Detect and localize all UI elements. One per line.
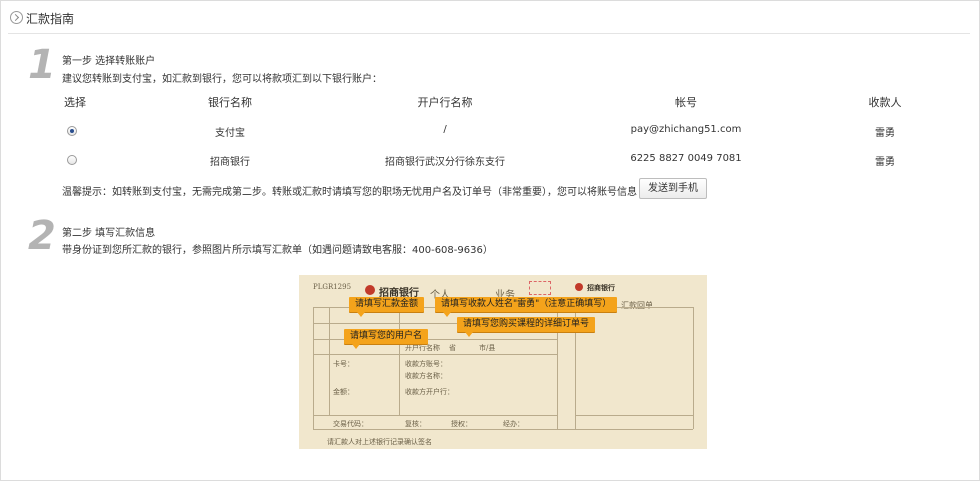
remittance-slip-image: PLGR1295 招商银行 个人 业务 招商银行 汇款回单 开户行名称 省 市/… — [299, 275, 707, 449]
payee-name: 雷勇 — [875, 128, 895, 139]
slip-form-title: 汇款回单 — [621, 301, 653, 310]
step1-description: 建议您转账到支付宝，如汇款到银行，您可以将款项汇到以下银行账户： — [62, 74, 382, 85]
payee-name: 雷勇 — [875, 157, 895, 168]
step-number-1: 1 — [28, 42, 56, 88]
slip-line — [313, 307, 314, 429]
chevron-right-icon — [10, 11, 23, 24]
callout-arrow — [357, 312, 365, 317]
callout-order-text: 请填写您购买课程的详细订单号 — [463, 319, 590, 329]
branch-name: 招商银行武汉分行徐东支行 — [385, 157, 505, 168]
slip-label-authorize: 授权： — [451, 420, 472, 428]
account-number: pay@zhichang51.com — [630, 124, 742, 135]
slip-label-handle: 经办： — [503, 420, 524, 428]
slip-bank-name-right: 招商银行 — [587, 283, 615, 292]
branch-name: / — [443, 124, 447, 135]
slip-footer: 请汇款人对上述银行记录确认签名 — [327, 438, 432, 446]
slip-label-amount: 金额： — [333, 388, 354, 396]
col-header-payee: 收款人 — [868, 96, 902, 109]
callout-payee: 请填写收款人姓名"雷勇"（注意正确填写） — [435, 297, 618, 317]
bank-name: 支付宝 — [215, 128, 245, 139]
slip-line — [329, 307, 330, 415]
callout-username-text: 请填写您的用户名 — [350, 331, 423, 341]
slip-stamp — [529, 281, 551, 295]
send-to-phone-button[interactable]: 发送到手机 — [639, 178, 707, 199]
bank-logo-icon — [365, 285, 375, 295]
header-divider — [8, 33, 970, 34]
callout-username: 请填写您的用户名 — [344, 329, 429, 349]
step-number-2: 2 — [28, 213, 56, 259]
callout-arrow — [443, 312, 451, 317]
callout-amount: 请填写汇款金额 — [349, 297, 425, 317]
section-header: 汇款指南 — [0, 0, 978, 34]
slip-line — [693, 307, 694, 429]
slip-label-account-name: 收款方名称： — [405, 372, 447, 380]
slip-label-card: 卡号： — [333, 360, 354, 368]
radio-alipay[interactable] — [67, 126, 77, 136]
slip-label-trade-code: 交易代码： — [333, 420, 368, 428]
slip-line — [313, 429, 693, 430]
col-header-select: 选择 — [64, 96, 86, 109]
account-number: 6225 8827 0049 7081 — [630, 153, 742, 164]
callout-amount-text: 请填写汇款金额 — [355, 299, 419, 309]
col-header-account: 帐号 — [675, 96, 697, 109]
callout-order: 请填写您购买课程的详细订单号 — [457, 317, 596, 337]
slip-label-branch: 开户行名称 — [405, 344, 440, 352]
bank-name: 招商银行 — [210, 157, 250, 168]
slip-line — [575, 415, 693, 416]
step1-title: 第一步 选择转账账户 — [62, 56, 156, 67]
callout-arrow — [465, 332, 473, 337]
slip-code: PLGR1295 — [313, 283, 352, 291]
col-header-bank: 银行名称 — [208, 96, 252, 109]
col-header-branch: 开户行名称 — [417, 96, 473, 109]
slip-line — [313, 415, 557, 416]
section-title: 汇款指南 — [26, 12, 75, 26]
slip-line — [399, 307, 400, 415]
slip-label-payee-bank: 收款方开户行： — [405, 388, 454, 396]
slip-label-account-no: 收款方账号： — [405, 360, 447, 368]
callout-payee-text: 请填写收款人姓名"雷勇"（注意正确填写） — [441, 299, 612, 309]
slip-line — [313, 354, 557, 355]
slip-label-city: 市/县 — [479, 344, 496, 352]
slip-label-province: 省 — [449, 344, 456, 352]
step2-title: 第二步 填写汇款信息 — [62, 228, 156, 239]
tip-text: 温馨提示：如转账到支付宝，无需完成第二步。转账或汇款时请填写您的职场无忧用户名及… — [62, 187, 637, 198]
callout-arrow — [352, 344, 360, 349]
step2-description: 带身份证到您所汇款的银行，参照图片所示填写汇款单（如遇问题请致电客服：400-6… — [62, 245, 493, 256]
bank-logo-icon — [575, 283, 583, 291]
slip-label-review: 复核： — [405, 420, 426, 428]
radio-cmb[interactable] — [67, 155, 77, 165]
